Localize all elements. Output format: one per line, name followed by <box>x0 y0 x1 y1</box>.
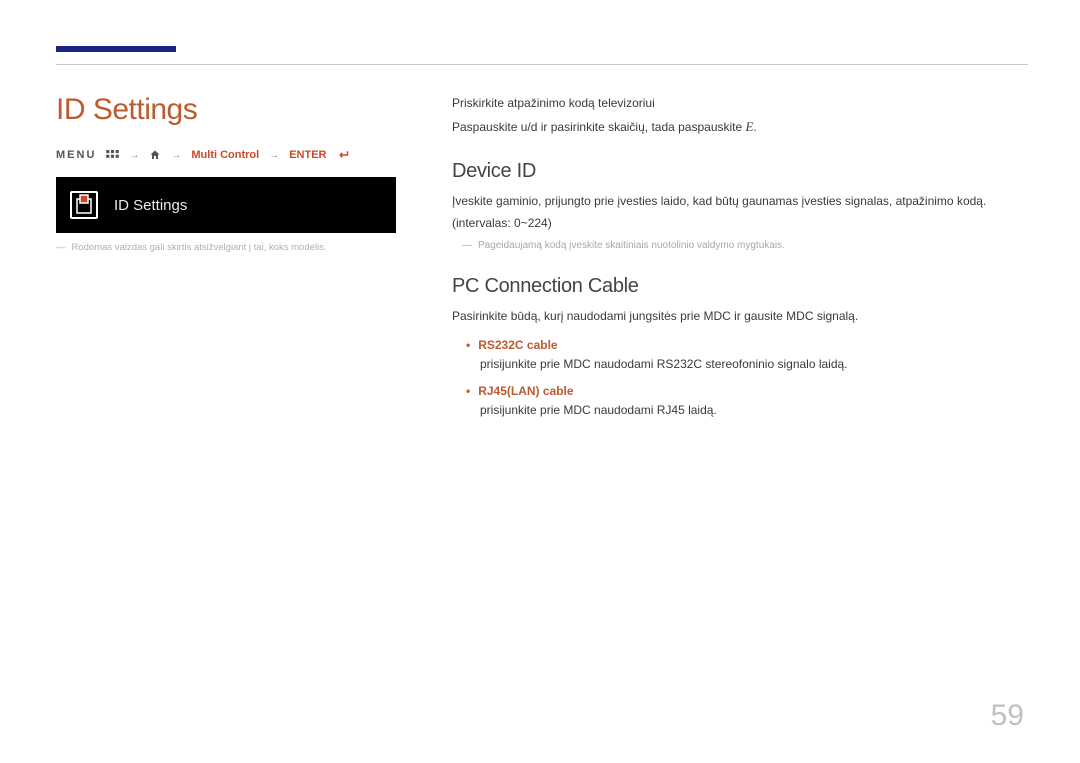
up-down-key: u/d <box>521 120 538 134</box>
breadcrumb-menu: MENU <box>56 149 96 161</box>
model-disclaimer: ― Rodomas vaizdas gali skirtis atsižvelg… <box>56 241 396 254</box>
bullet-icon: • <box>466 338 470 352</box>
chevron-right-icon: → <box>129 150 139 161</box>
disclaimer-text: Rodomas vaizdas gali skirtis atsižvelgia… <box>72 241 327 254</box>
page-number: 59 <box>991 699 1024 733</box>
home-icon <box>149 149 161 161</box>
breadcrumb-enter: ENTER <box>289 149 326 161</box>
section-heading-pc-cable: PC Connection Cable <box>452 275 1024 298</box>
section-heading-device-id: Device ID <box>452 160 1024 183</box>
intro-line-1: Priskirkite atpažinimo kodą televizoriui <box>452 93 1024 115</box>
right-column: Priskirkite atpažinimo kodą televizoriui… <box>452 93 1024 421</box>
enter-key: E <box>746 119 754 134</box>
chevron-right-icon: → <box>269 150 279 161</box>
left-column: ID Settings MENU → → Multi Control → ENT… <box>56 93 396 421</box>
device-id-body: Įveskite gaminio, prijungto prie įvestie… <box>452 191 1024 234</box>
screenshot-thumb: ID Settings <box>56 177 396 233</box>
enter-icon <box>337 150 349 160</box>
content-columns: ID Settings MENU → → Multi Control → ENT… <box>56 93 1024 421</box>
device-id-subnote: ― Pageidaujamą kodą įveskite skaitiniais… <box>452 238 1024 253</box>
option-rs232c: • RS232C cable <box>452 338 1024 352</box>
page: ID Settings MENU → → Multi Control → ENT… <box>0 0 1080 763</box>
option-label: RS232C cable <box>478 338 557 352</box>
option-rj45: • RJ45(LAN) cable <box>452 384 1024 398</box>
option-label: RJ45(LAN) cable <box>478 384 573 398</box>
accent-bar <box>56 46 176 52</box>
option-rj45-desc: prisijunkite prie MDC naudodami RJ45 lai… <box>452 400 1024 420</box>
breadcrumb: MENU → → Multi Control → ENTER <box>56 149 396 161</box>
top-rule <box>56 64 1028 65</box>
thumb-label: ID Settings <box>114 197 187 214</box>
pc-cable-body: Pasirinkite būdą, kurį naudodami jungsit… <box>452 306 1024 328</box>
page-title: ID Settings <box>56 93 396 127</box>
option-rs232c-desc: prisijunkite prie MDC naudodami RS232C s… <box>452 354 1024 374</box>
intro-line-2: Paspauskite u/d ir pasirinkite skaičių, … <box>452 115 1024 139</box>
dash-icon: ― <box>462 238 472 253</box>
bullet-icon: • <box>466 384 470 398</box>
dash-icon: ― <box>56 241 66 254</box>
menu-grid-icon <box>106 150 119 161</box>
breadcrumb-current: Multi Control <box>191 149 259 161</box>
chevron-right-icon: → <box>171 150 181 161</box>
id-settings-icon <box>70 191 98 219</box>
subnote-text: Pageidaujamą kodą įveskite skaitiniais n… <box>478 238 785 253</box>
